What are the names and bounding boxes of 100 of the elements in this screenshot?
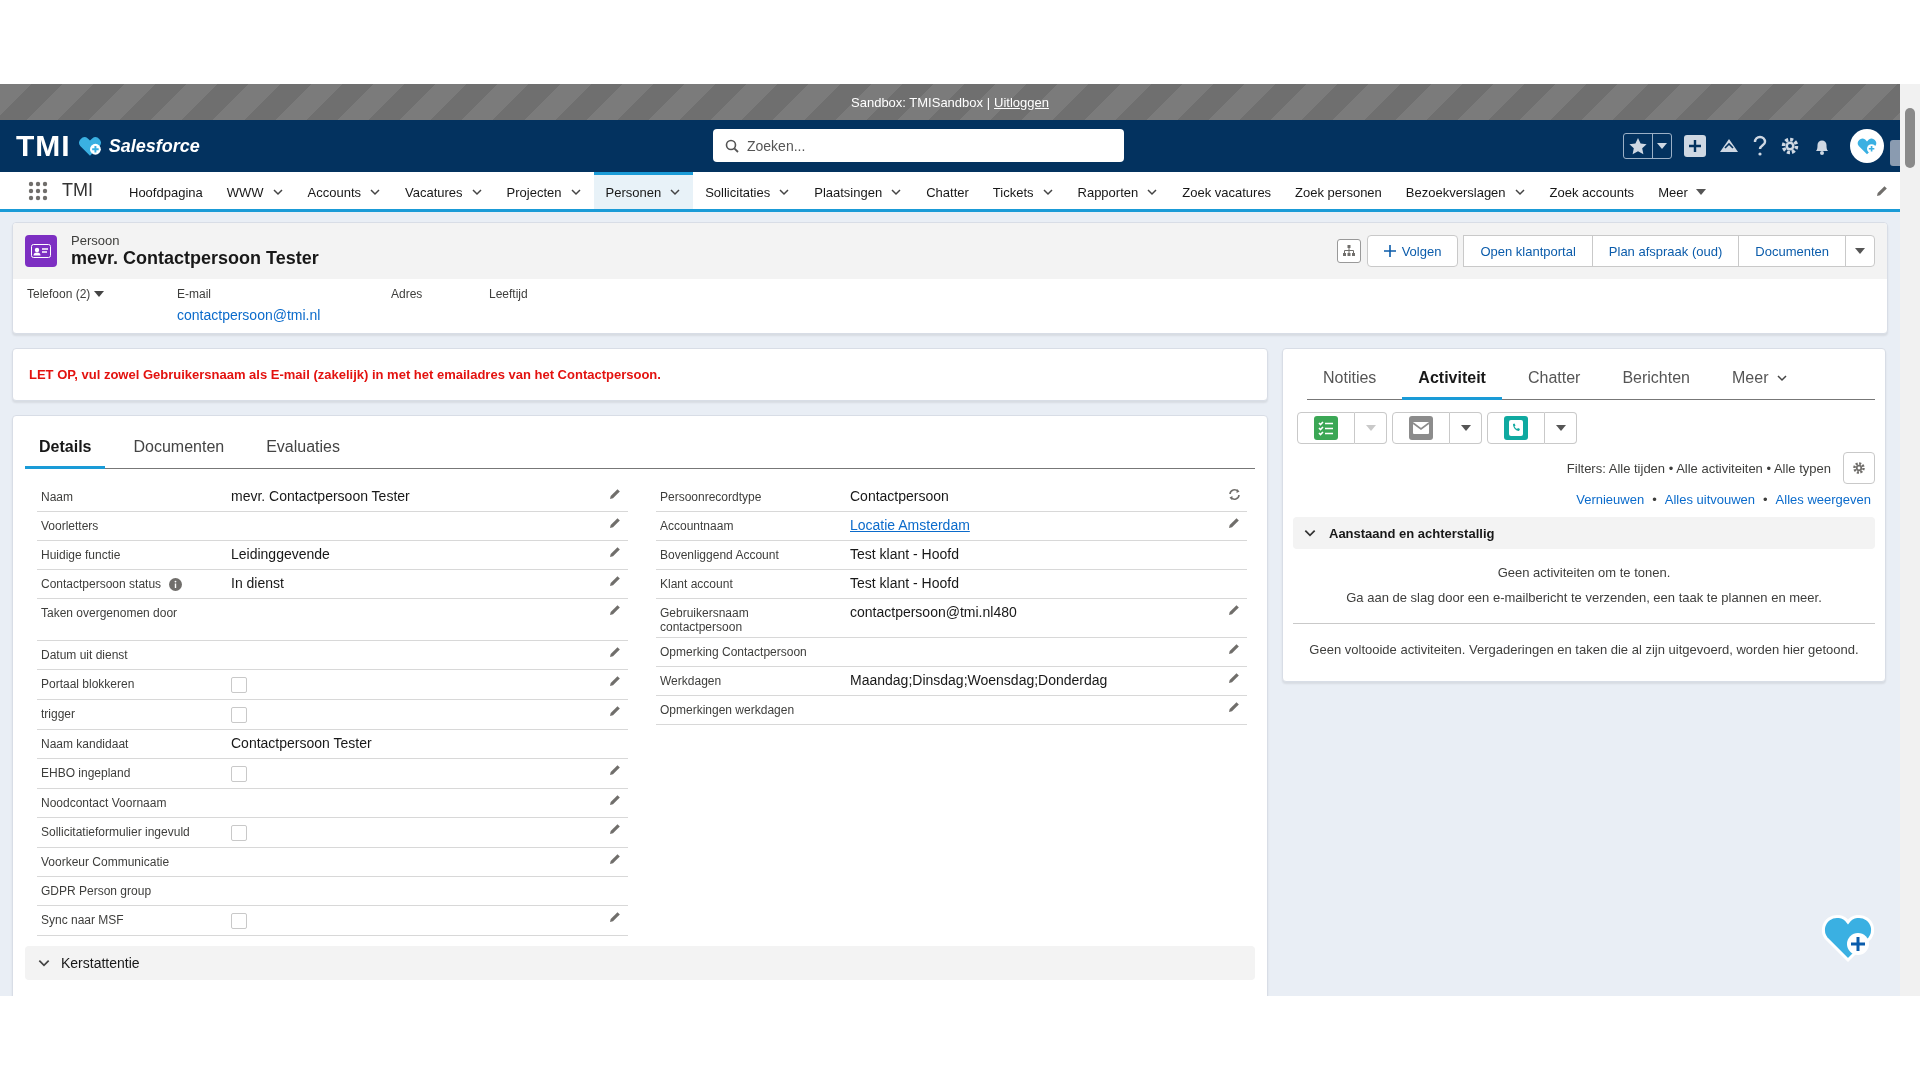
favorites-button[interactable] [1623,133,1672,159]
scrollbar[interactable] [1900,84,1920,996]
activity-link[interactable]: Alles uitvouwen [1664,492,1756,507]
activity-tab[interactable]: Meer [1716,357,1805,400]
separator-dot: • [1763,492,1768,507]
field-value: Leidinggevende [231,546,330,562]
pencil-icon[interactable] [1228,643,1240,655]
swap-icon[interactable] [1227,488,1241,501]
nav-tab[interactable]: Personen [593,172,694,209]
field-label: trigger [41,707,75,721]
action-menu-button[interactable] [1450,412,1482,444]
pencil-icon[interactable] [609,488,621,500]
pencil-icon[interactable] [609,675,621,687]
checkbox[interactable] [231,707,247,723]
pencil-icon[interactable] [609,764,621,776]
activity-tab[interactable]: Notities [1307,357,1393,400]
sandbox-label: Sandbox: TMISandbox | [851,94,991,110]
phone-dropdown[interactable]: Telefoon (2) [27,287,177,301]
checkbox[interactable] [231,913,247,929]
chevron-down-icon [1041,186,1054,198]
utility-handle[interactable] [1890,140,1900,166]
activity-tab[interactable]: Activiteit [1402,357,1502,400]
field-value: In dienst [231,575,284,591]
activity-action-button[interactable] [1297,412,1355,444]
field-label: Werkdagen [660,674,722,688]
app-name: TMI [62,180,93,201]
field-label: GDPR Person group [41,884,152,898]
activity-link[interactable]: Alles weergeven [1775,492,1871,507]
chevron-down-icon [1146,186,1159,198]
pencil-icon[interactable] [609,705,621,717]
detail-tab[interactable]: Evaluaties [252,426,354,469]
hierarchy-button[interactable] [1336,239,1361,263]
pencil-icon[interactable] [1228,672,1240,684]
follow-button[interactable]: Volgen [1366,235,1459,267]
pencil-icon[interactable] [609,853,621,865]
more-actions-button[interactable] [1845,235,1875,267]
field-label: Klant account [660,577,733,591]
action-menu-button[interactable] [1545,412,1577,444]
nav-tab[interactable]: Plaatsingen [802,172,915,209]
pencil-icon[interactable] [609,911,621,923]
pencil-icon[interactable] [609,794,621,806]
activity-tab[interactable]: Berichten [1606,357,1706,400]
settings-icon[interactable] [1780,136,1800,156]
caret-down-icon [1555,425,1566,431]
chevron-down-icon [1513,186,1526,198]
nav-tab[interactable]: WWW [214,172,296,209]
nav-tab[interactable]: Accounts [295,172,394,209]
pencil-icon[interactable] [609,575,621,587]
pencil-icon[interactable] [609,646,621,658]
filter-settings-button[interactable] [1843,452,1875,484]
nav-tab[interactable]: Bezoekverslagen [1393,172,1538,209]
nav-tab[interactable]: Zoek vacatures [1170,172,1284,209]
settings-icon [1852,461,1866,475]
checkbox[interactable] [231,766,247,782]
plus-icon[interactable] [1684,135,1706,157]
activity-link[interactable]: Vernieuwen [1576,492,1645,507]
nav-tab[interactable]: Zoek accounts [1537,172,1647,209]
phone-icon [1504,416,1528,440]
logout-link[interactable]: Uitloggen [994,94,1049,110]
section-header[interactable]: Kerstattentie [25,946,1255,980]
nav-tab[interactable]: Sollicitaties [693,172,803,209]
checkbox[interactable] [231,677,247,693]
field-value: Contactpersoon [850,488,949,504]
section-title: Aanstaand en achterstallig [1329,525,1495,541]
search-field[interactable]: Zoeken... [713,129,1124,162]
action-button[interactable]: Documenten [1738,235,1846,267]
nav-tab[interactable]: Meer [1646,172,1718,209]
detail-tab[interactable]: Documenten [119,426,239,469]
help-icon[interactable] [1752,135,1768,157]
nav-tab[interactable]: Tickets [980,172,1066,209]
nav-tab[interactable]: Chatter [914,172,981,209]
action-button[interactable]: Plan afspraak (oud) [1591,235,1740,267]
field-link[interactable]: Locatie Amsterdam [850,517,970,533]
checkbox[interactable] [231,825,247,841]
nav-tab[interactable]: Hoofdpagina [117,172,215,209]
section-header[interactable]: Aanstaand en achterstallig [1293,517,1875,549]
nav-tab[interactable]: Rapporten [1065,172,1171,209]
pencil-icon[interactable] [609,823,621,835]
pencil-icon[interactable] [1876,184,1888,197]
caret-down-icon [94,291,105,297]
nav-tab[interactable]: Projecten [494,172,594,209]
pencil-icon[interactable] [609,517,621,529]
action-button[interactable]: Open klantportal [1463,235,1593,267]
nav-tab[interactable]: Vacatures [393,172,495,209]
pencil-icon[interactable] [1228,701,1240,713]
pencil-icon[interactable] [1228,517,1240,529]
email-link[interactable]: contactpersoon@tmi.nl [177,307,391,323]
pencil-icon[interactable] [609,546,621,558]
activity-action-button[interactable] [1392,412,1450,444]
detail-tab[interactable]: Details [25,426,106,469]
nav-tab[interactable]: Zoek personen [1283,172,1394,209]
field-label: Sollicitatieformulier ingevuld [41,825,190,839]
activity-action-button[interactable] [1487,412,1545,444]
search-icon [725,139,739,153]
section-title: Kerstattentie [61,955,140,971]
app-launcher-icon[interactable] [28,180,48,201]
pencil-icon[interactable] [609,604,621,616]
pencil-icon[interactable] [1228,604,1240,616]
activity-tab[interactable]: Chatter [1511,357,1597,400]
user-avatar[interactable] [1850,129,1884,163]
